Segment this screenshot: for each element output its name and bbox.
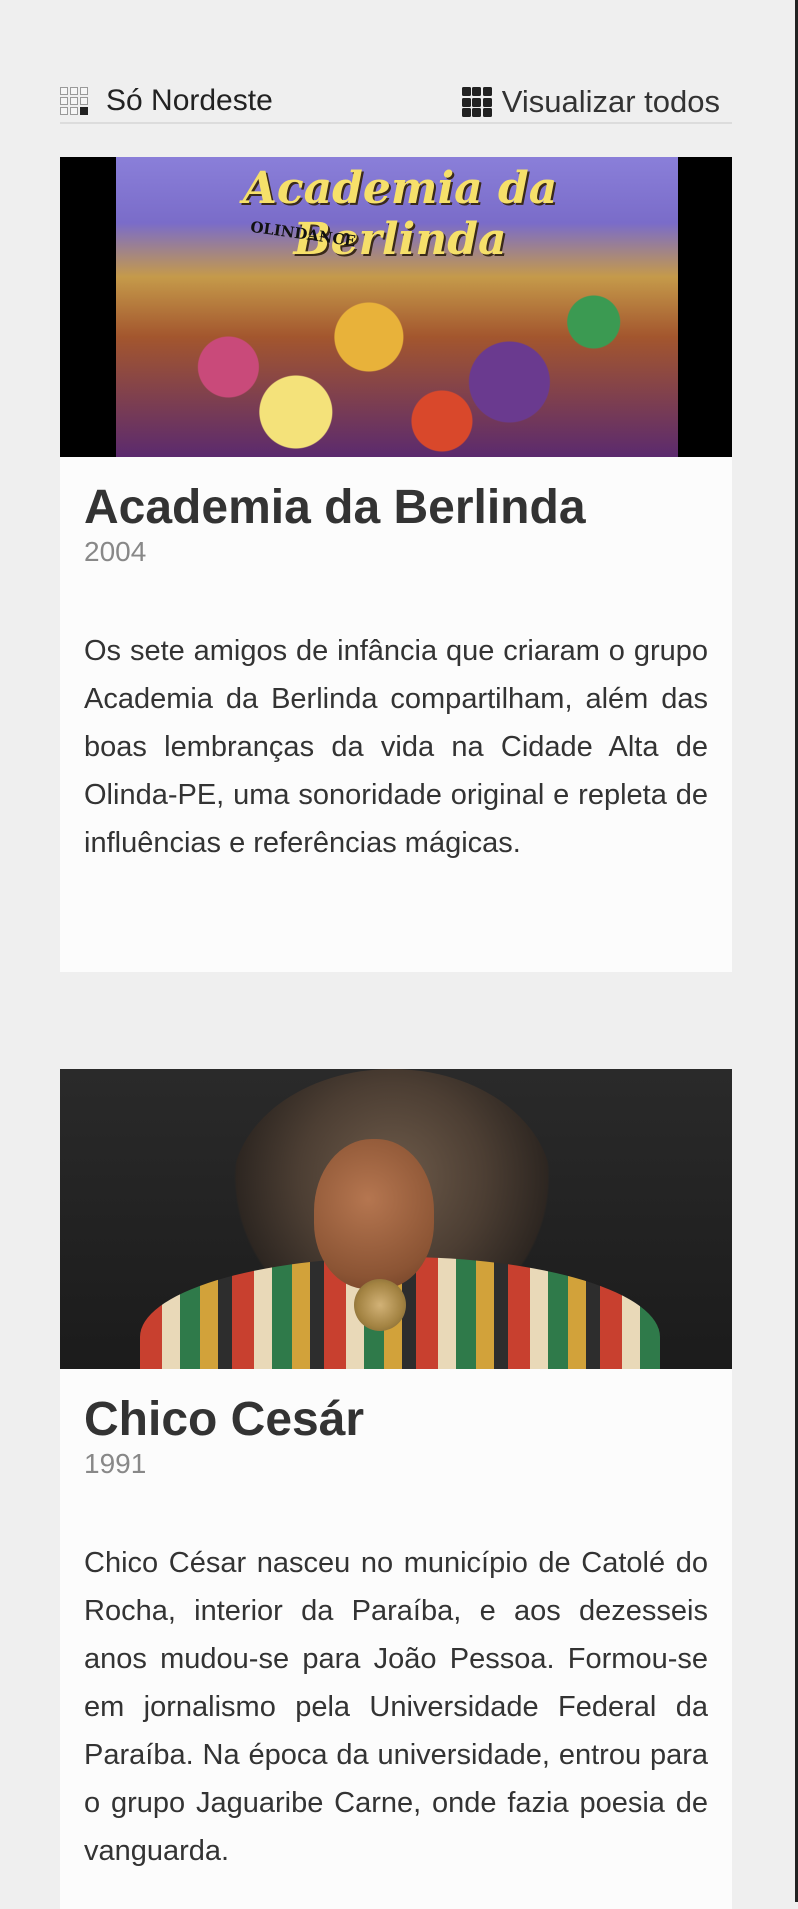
section-header: Só Nordeste Visualizar todos [60,78,732,124]
portrait-necklace [354,1279,406,1331]
view-all-link[interactable]: Visualizar todos [461,84,720,120]
artist-name[interactable]: Academia da Berlinda [84,481,708,535]
grid-solid-icon [461,87,492,117]
section-title: Só Nordeste [106,84,273,117]
portrait-face [314,1139,434,1289]
grid-outline-icon [60,87,88,115]
artist-description: Chico César nasceu no município de Catol… [84,1547,708,1867]
artist-description: Os sete amigos de infância que criaram o… [84,635,708,859]
artist-year: 1991 [84,1448,147,1479]
view-all-label: Visualizar todos [501,84,720,119]
artist-card[interactable]: Chico Cesár 1991 Chico César nasceu no m… [60,1069,732,1909]
artist-card[interactable]: Academia da Berlinda OLINDANCE Academia … [60,157,732,972]
artist-image[interactable]: Academia da Berlinda OLINDANCE [60,157,732,457]
artist-year: 2004 [84,536,147,567]
album-art-title: Academia da Berlinda [242,163,558,265]
artist-image[interactable] [60,1069,732,1369]
section-title-group: Só Nordeste [60,84,273,118]
artist-name[interactable]: Chico Cesár [84,1393,708,1447]
card-body: Chico Cesár 1991 Chico César nasceu no m… [60,1369,732,1875]
card-body: Academia da Berlinda 2004 Os sete amigos… [60,457,732,867]
